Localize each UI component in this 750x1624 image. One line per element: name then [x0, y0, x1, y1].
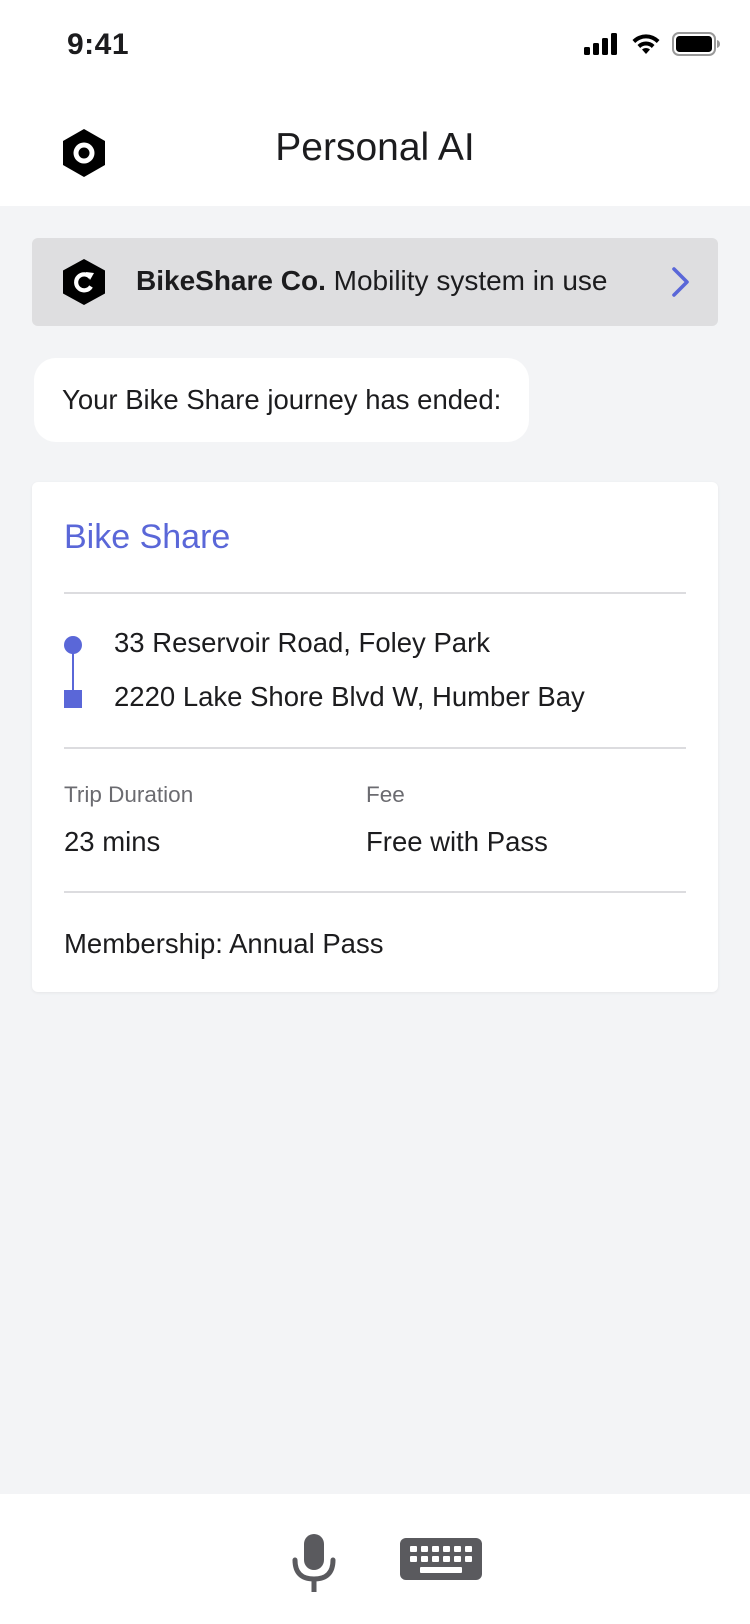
status-time: 9:41 [67, 28, 130, 61]
chevron-right-icon [672, 267, 689, 297]
page-title: Personal AI [275, 126, 475, 169]
notice-brand: BikeShare Co. [136, 265, 326, 296]
assistant-message-bubble: Your Bike Share journey has ended: [34, 358, 530, 442]
route-end-marker [64, 690, 82, 708]
app-header: Personal AI [0, 96, 750, 206]
divider [64, 747, 686, 749]
status-icons [584, 32, 720, 56]
membership-info: Membership: Annual Pass [64, 928, 384, 959]
battery-icon [672, 32, 720, 56]
notice-message: Mobility system in use [325, 265, 608, 296]
route-connector-line [72, 652, 74, 690]
notice-text: BikeShare Co. Mobility system in use [136, 265, 608, 297]
status-bar: 9:41 [0, 0, 750, 96]
duration-label: Trip Duration [64, 782, 194, 807]
keyboard-icon[interactable] [400, 1538, 482, 1580]
screen: 9:41 Personal AI BikeShare Co. Mobility … [0, 0, 750, 1624]
divider [64, 592, 686, 594]
duration-value: 23 mins [64, 826, 161, 857]
microphone-icon[interactable] [290, 1532, 338, 1594]
mobility-notice-banner[interactable]: BikeShare Co. Mobility system in use [32, 238, 718, 326]
card-title: Bike Share [64, 518, 231, 556]
end-address: 2220 Lake Shore Blvd W, Humber Bay [114, 681, 585, 712]
wifi-icon [632, 34, 660, 54]
trip-summary-card: Bike Share 33 Reservoir Road, Foley Park… [32, 482, 718, 992]
message-text: Your Bike Share journey has ended: [62, 384, 502, 415]
input-bar [0, 1494, 750, 1624]
divider [64, 891, 686, 893]
start-address: 33 Reservoir Road, Foley Park [114, 627, 490, 658]
bikeshare-logo-icon [63, 259, 105, 305]
fee-label: Fee [366, 782, 405, 807]
signal-icon [584, 33, 617, 55]
fee-value: Free with Pass [366, 826, 548, 857]
